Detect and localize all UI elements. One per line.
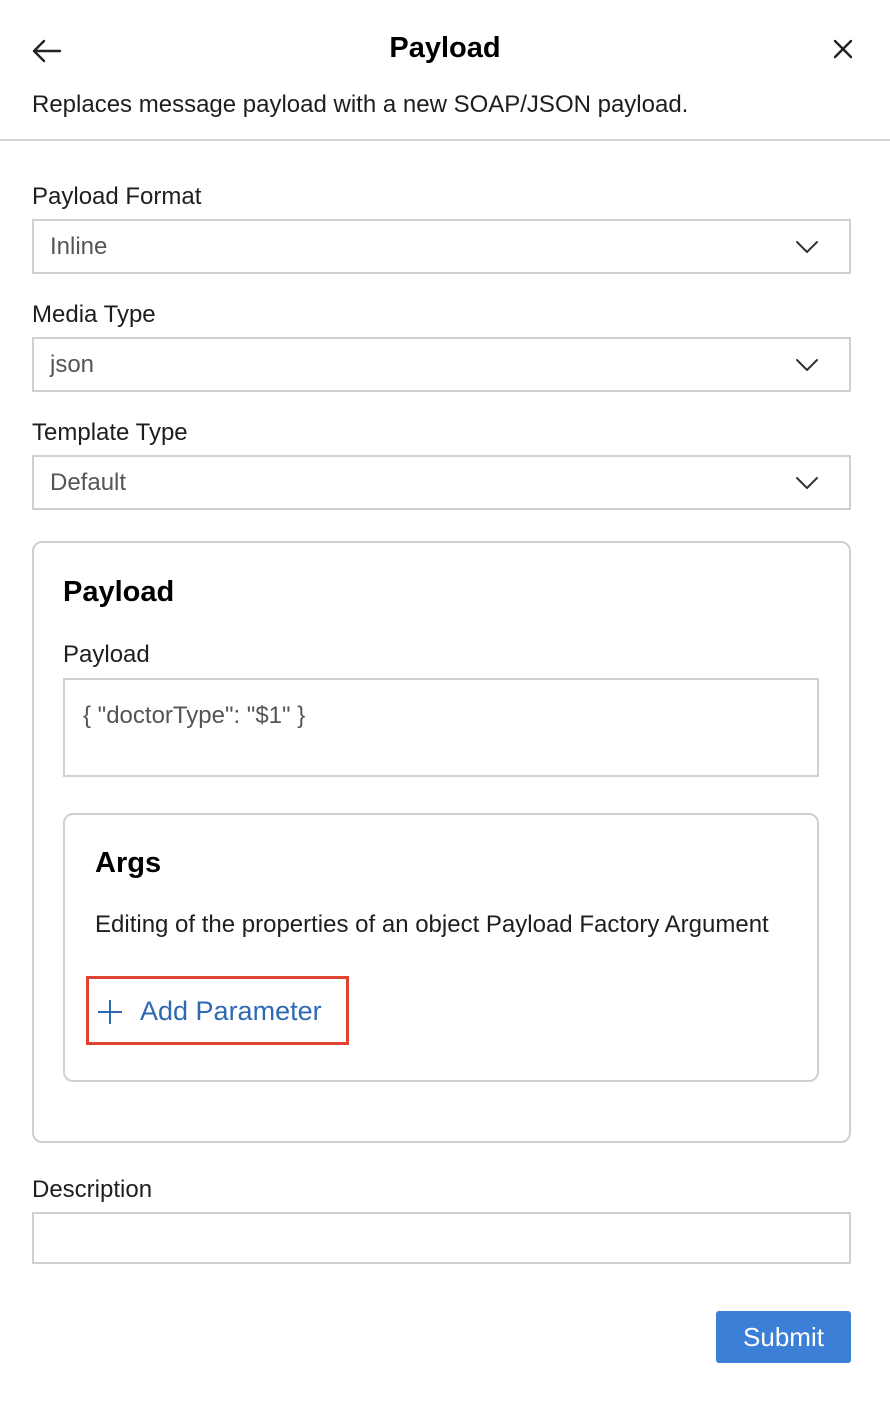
payload-format-select[interactable]: Inline bbox=[32, 219, 851, 274]
media-type-label: Media Type bbox=[32, 301, 156, 328]
plus-icon bbox=[98, 1000, 122, 1024]
chevron-down-icon bbox=[796, 241, 818, 253]
panel-header: Payload Replaces message payload with a … bbox=[0, 0, 890, 141]
panel-subtitle: Replaces message payload with a new SOAP… bbox=[32, 91, 689, 118]
media-type-value: json bbox=[50, 351, 95, 378]
chevron-down-icon bbox=[796, 359, 818, 371]
close-icon bbox=[833, 39, 853, 59]
template-type-value: Default bbox=[50, 469, 127, 496]
payload-format-label: Payload Format bbox=[32, 183, 202, 210]
payload-textarea[interactable]: { "doctorType": "$1" } bbox=[63, 678, 819, 777]
add-parameter-label: Add Parameter bbox=[140, 996, 322, 1026]
template-type-label: Template Type bbox=[32, 419, 188, 446]
payload-section-title: Payload bbox=[63, 576, 175, 608]
args-description: Editing of the properties of an object P… bbox=[95, 911, 769, 938]
close-button[interactable] bbox=[828, 34, 858, 64]
media-type-select[interactable]: json bbox=[32, 337, 851, 392]
add-parameter-button[interactable]: Add Parameter bbox=[86, 976, 349, 1045]
payload-textarea-value: { "doctorType": "$1" } bbox=[83, 702, 306, 729]
submit-button[interactable]: Submit bbox=[716, 1311, 851, 1363]
template-type-select[interactable]: Default bbox=[32, 455, 851, 510]
payload-format-value: Inline bbox=[50, 233, 108, 260]
description-label: Description bbox=[32, 1176, 153, 1203]
chevron-down-icon bbox=[796, 477, 818, 489]
description-input[interactable] bbox=[32, 1212, 851, 1264]
panel-title: Payload bbox=[389, 32, 501, 64]
args-title: Args bbox=[95, 847, 162, 879]
payload-field-label: Payload bbox=[63, 641, 150, 668]
